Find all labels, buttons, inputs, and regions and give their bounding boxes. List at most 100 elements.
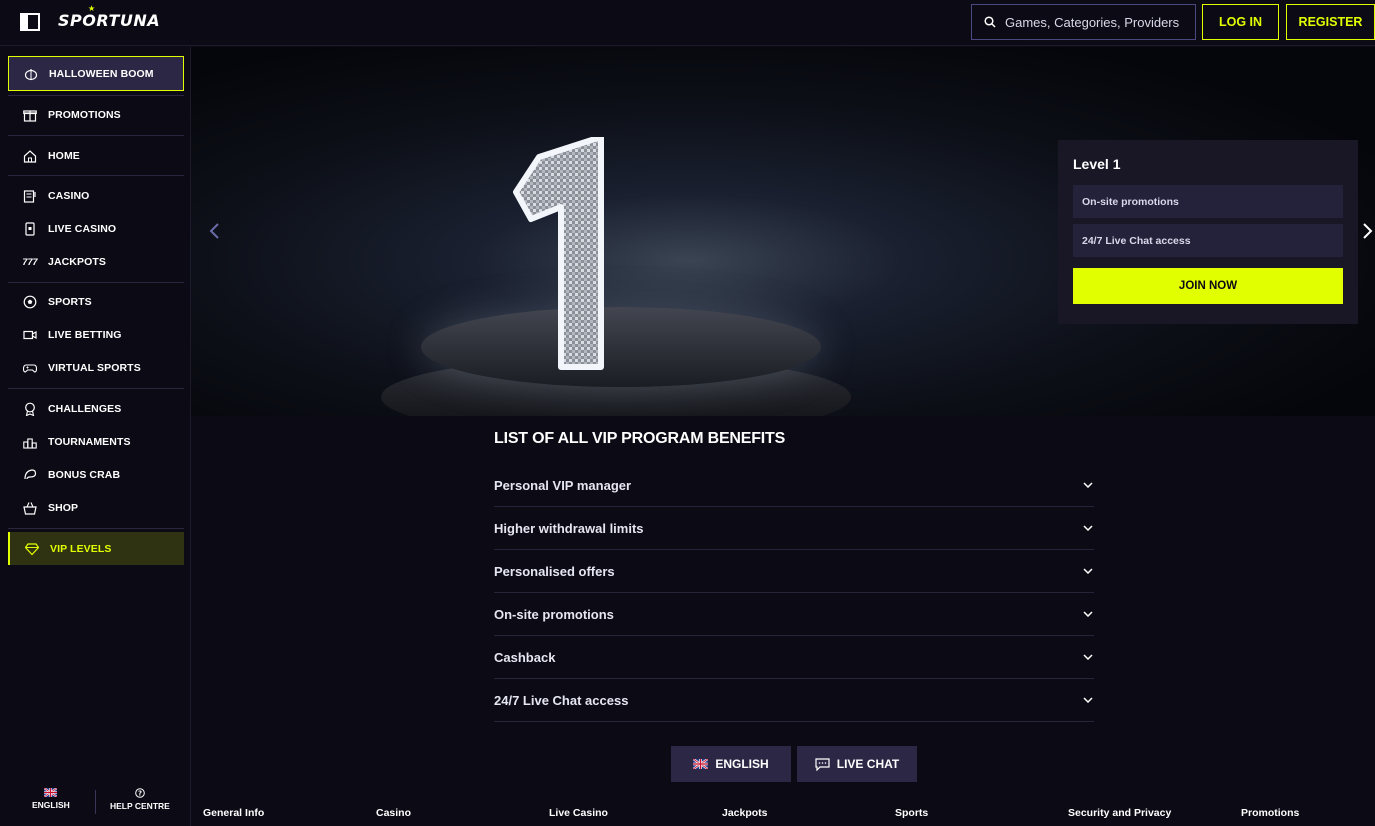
pumpkin-icon [24,67,38,81]
footer-col-sports[interactable]: Sports [895,807,928,819]
chevron-down-icon [1082,565,1094,577]
crab-icon [23,468,37,482]
sidebar-language-selector[interactable]: ENGLISH [32,788,70,810]
language-label: ENGLISH [32,800,70,810]
sidebar-item-label: HOME [48,149,80,162]
sidebar-item-tournaments[interactable]: TOURNAMENTS [8,425,184,458]
sportuna-logo[interactable]: SPORTUNA [58,11,160,30]
sidebar-item-label: LIVE BETTING [48,328,122,341]
sidebar-item-challenges[interactable]: CHALLENGES [8,392,184,425]
sidebar-item-label: TOURNAMENTS [48,435,131,448]
level-title: Level 1 [1073,156,1121,172]
search-input[interactable] [1005,14,1185,30]
medal-icon [23,402,37,416]
footer-col-general-info[interactable]: General Info [203,807,264,819]
ball-icon [23,295,37,309]
sidebar-item-label: HALLOWEEN BOOM [49,67,154,80]
sidebar-item-label: VIP LEVELS [50,542,112,555]
chevron-down-icon [1082,608,1094,620]
sidebar-item-home[interactable]: HOME [8,139,184,172]
accordion-item[interactable]: Personalised offers [494,550,1094,593]
sidebar-toggle-icon[interactable] [20,13,40,31]
home-icon [23,149,37,163]
sidebar-item-vip-levels[interactable]: VIP LEVELS [8,532,184,565]
footer-columns: General Info Casino Live Casino Jackpots… [191,807,1375,826]
language-button[interactable]: ENGLISH [671,746,791,782]
sidebar-item-label: SPORTS [48,295,92,308]
svg-text:?: ? [138,790,142,798]
card-icon [23,221,37,236]
accordion-item[interactable]: 24/7 Live Chat access [494,679,1094,722]
login-button[interactable]: LOG IN [1202,4,1279,40]
accordion-item-label: On-site promotions [494,606,614,622]
basket-icon [23,501,37,515]
sidebar-help-centre[interactable]: ? HELP CENTRE [110,788,170,811]
accordion-item-label: 24/7 Live Chat access [494,692,629,708]
sidebar-item-sports[interactable]: SPORTS [8,285,184,318]
help-label: HELP CENTRE [110,801,170,811]
uk-flag-icon [693,759,709,769]
sidebar-divider [8,282,184,283]
level-card: Level 1 On-site promotions 24/7 Live Cha… [1058,140,1358,324]
chat-icon [815,757,830,771]
accordion-item-label: Personalised offers [494,563,615,579]
sidebar-item-live-casino[interactable]: LIVE CASINO [8,212,184,245]
sidebar-item-shop[interactable]: SHOP [8,491,184,524]
sidebar-item-label: CHALLENGES [48,402,122,415]
level-number-graphic [513,137,604,370]
sidebar-item-label: LIVE CASINO [48,222,117,235]
language-button-label: ENGLISH [715,757,769,771]
sidebar-item-casino[interactable]: CASINO [8,179,184,212]
sidebar-item-live-betting[interactable]: LIVE BETTING [8,318,184,351]
search-box[interactable] [971,4,1196,40]
top-header: SPORTUNA ★ LOG IN REGISTER [0,0,1375,46]
slot-icon [23,189,37,203]
sidebar-bottom-separator [95,790,96,814]
accordion-item-label: Higher withdrawal limits [494,520,644,536]
gift-icon [23,108,37,122]
sidebar-item-label: VIRTUAL SPORTS [48,361,141,374]
chevron-left-icon [209,223,219,239]
footer-col-live-casino[interactable]: Live Casino [549,807,608,819]
accordion-item[interactable]: Higher withdrawal limits [494,507,1094,550]
uk-flag-icon [44,788,58,797]
video-icon [23,328,37,342]
live-chat-button[interactable]: LIVE CHAT [797,746,917,782]
carousel-prev-button[interactable] [208,220,220,246]
sidebar-item-promotions[interactable]: PROMOTIONS [8,98,184,131]
sidebar-item-label: JACKPOTS [48,255,106,268]
accordion-item[interactable]: On-site promotions [494,593,1094,636]
footer-col-jackpots[interactable]: Jackpots [722,807,768,819]
accordion-item[interactable]: Personal VIP manager [494,464,1094,507]
sidebar-divider [8,95,184,96]
accordion-item-label: Cashback [494,649,556,665]
sidebar-item-label: PROMOTIONS [48,108,121,121]
join-now-button[interactable]: JOIN NOW [1073,268,1343,304]
level-benefit-row: 24/7 Live Chat access [1073,224,1343,257]
help-icon: ? [135,788,145,798]
footer-col-promotions[interactable]: Promotions [1241,807,1299,819]
accordion-item[interactable]: Cashback [494,636,1094,679]
chevron-right-icon [1363,223,1373,239]
search-icon [984,16,996,28]
sidebar-item-jackpots[interactable]: 777 JACKPOTS [8,245,184,278]
footer-col-casino[interactable]: Casino [376,807,411,819]
sidebar-item-halloween-boom[interactable]: HALLOWEEN BOOM [8,56,184,91]
sidebar-item-virtual-sports[interactable]: VIRTUAL SPORTS [8,351,184,384]
podium-icon [23,435,37,449]
sidebar-item-bonus-crab[interactable]: BONUS CRAB [8,458,184,491]
carousel-next-button[interactable] [1362,220,1374,246]
diamond-icon [25,542,39,556]
sidebar: HALLOWEEN BOOM PROMOTIONS HOME CASINO LI… [0,47,191,826]
chevron-down-icon [1082,694,1094,706]
sidebar-divider [8,135,184,136]
accordion-item-label: Personal VIP manager [494,477,632,493]
logo-star-icon: ★ [88,4,96,13]
gamepad-icon [23,361,37,375]
chevron-down-icon [1082,522,1094,534]
sidebar-divider [8,175,184,176]
footer-col-security-privacy[interactable]: Security and Privacy [1068,807,1171,819]
777-icon: 777 [22,256,38,267]
register-button[interactable]: REGISTER [1286,4,1375,40]
chevron-down-icon [1082,479,1094,491]
